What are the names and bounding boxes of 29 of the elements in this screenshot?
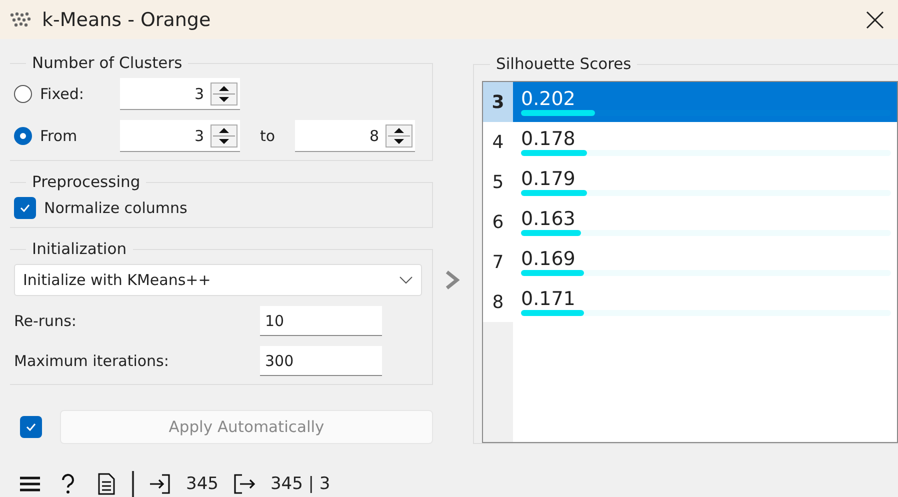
spin-box[interactable]: 3 <box>120 120 240 152</box>
checkbox[interactable] <box>14 197 36 219</box>
method-dropdown[interactable]: Initialize with KMeans++ <box>14 264 422 296</box>
output-icon <box>232 472 256 496</box>
chevron-down-icon <box>399 276 413 284</box>
input-count: 345 <box>186 474 218 494</box>
spin-arrows-icon[interactable] <box>210 124 238 148</box>
scatter-logo-icon <box>10 12 32 28</box>
spin-box[interactable]: 3 <box>120 78 240 110</box>
checkbox-label: Normalize columns <box>44 199 188 217</box>
output-count: 345 | 3 <box>270 474 330 494</box>
window-title: k-Means - Orange <box>42 8 212 30</box>
radio-button[interactable] <box>14 127 32 145</box>
input-field[interactable]: 10 <box>260 306 382 336</box>
spin-arrows-icon[interactable] <box>210 82 238 106</box>
field-label: Re-runs: <box>14 312 76 330</box>
field-label: Maximum iterations: <box>14 352 169 370</box>
input-icon <box>148 472 172 496</box>
score-cell[interactable]: 0.202 <box>513 82 897 122</box>
spin-box[interactable]: 8 <box>295 120 416 152</box>
row-header[interactable]: 3 <box>483 82 513 122</box>
option-label: Fixed: <box>40 85 85 103</box>
spin-arrows-icon[interactable] <box>385 124 414 148</box>
group-title: Preprocessing <box>26 173 146 191</box>
radio-button[interactable] <box>14 85 32 103</box>
checkbox[interactable] <box>20 416 42 438</box>
input-field[interactable]: 300 <box>260 346 382 376</box>
to-label: to <box>260 127 276 145</box>
option-label: From <box>40 127 78 145</box>
